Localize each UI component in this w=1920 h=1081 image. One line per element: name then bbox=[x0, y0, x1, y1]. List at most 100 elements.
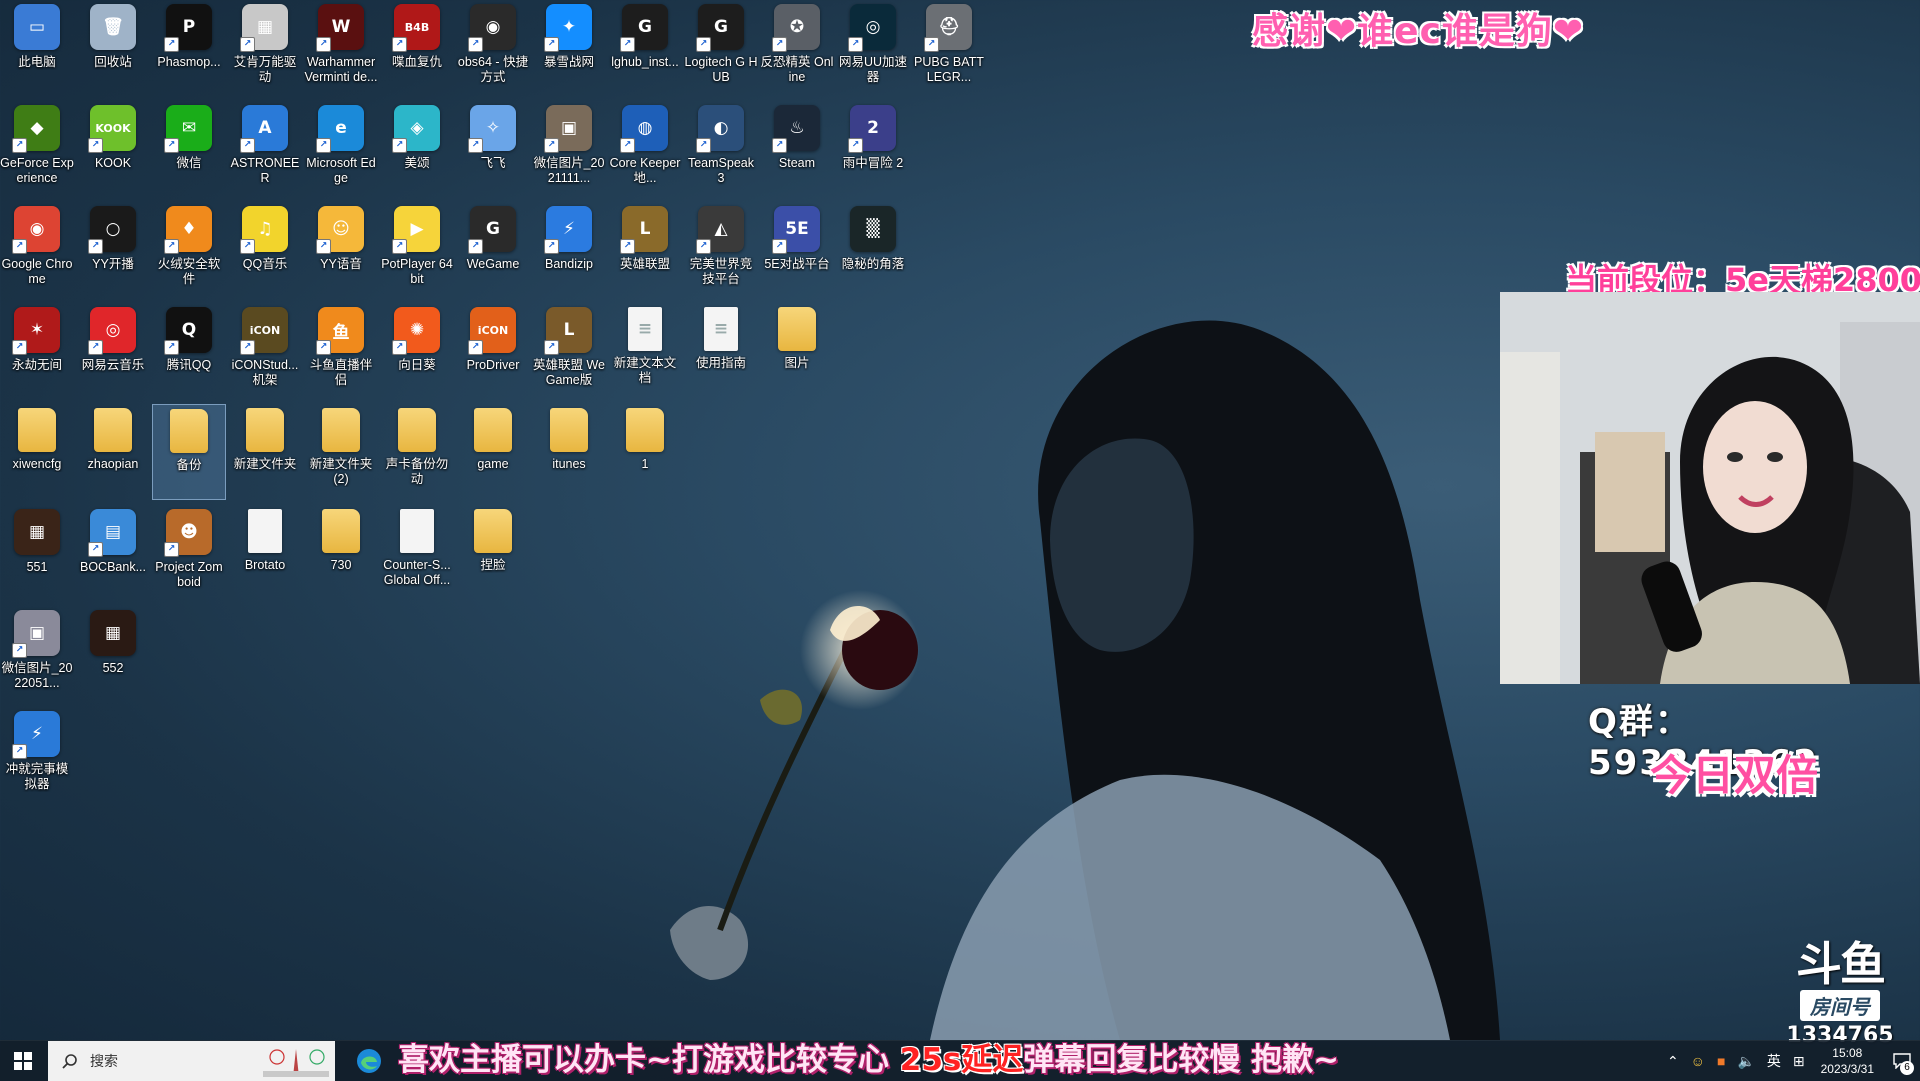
desktop-icon[interactable]: ◉ ↗ obs64 - 快捷方式 bbox=[456, 0, 530, 96]
desktop-icon[interactable]: ✺ ↗ 向日葵 bbox=[380, 303, 454, 399]
desktop-icon[interactable]: ✉ ↗ 微信 bbox=[152, 101, 226, 197]
desktop-icon[interactable]: ✧ ↗ 飞飞 bbox=[456, 101, 530, 197]
desktop-icon[interactable]: ◎ ↗ 网易UU加速器 bbox=[836, 0, 910, 96]
desktop-icon-label: iCONStud... 机架 bbox=[231, 358, 299, 387]
desktop-icon[interactable]: W ↗ Warhammer Verminti de... bbox=[304, 0, 378, 96]
taskbar-clock[interactable]: 15:08 2023/3/31 bbox=[1821, 1045, 1874, 1077]
desktop-icon[interactable]: 5E ↗ 5E对战平台 bbox=[760, 202, 834, 298]
desktop-icon[interactable]: A ↗ ASTRONEER bbox=[228, 101, 302, 197]
desktop-icon-label: 微信图片_2022051... bbox=[1, 661, 73, 690]
desktop-icon-image: ▦ bbox=[14, 509, 60, 555]
desktop-icon[interactable]: ○ ↗ YY开播 bbox=[76, 202, 150, 298]
desktop-icon[interactable]: Brotato bbox=[228, 505, 302, 601]
desktop-icon[interactable]: ▦ ↗ 艾肯万能驱动 bbox=[228, 0, 302, 96]
desktop-icon[interactable]: ◆ ↗ GeForce Experience bbox=[0, 101, 74, 197]
desktop-icon-image: ▶ ↗ bbox=[392, 206, 440, 254]
desktop-icon[interactable]: game bbox=[456, 404, 530, 500]
desktop-icon[interactable]: L ↗ 英雄联盟 WeGame版 bbox=[532, 303, 606, 399]
desktop-icon[interactable]: ♦ ↗ 火绒安全软件 bbox=[152, 202, 226, 298]
taskbar-search-box[interactable]: 搜索 bbox=[48, 1041, 335, 1081]
desktop-icon[interactable]: ◉ ↗ Google Chrome bbox=[0, 202, 74, 298]
desktop-icon-image: Q ↗ bbox=[164, 307, 212, 355]
desktop-icon-label: KOOK bbox=[94, 156, 132, 170]
desktop-icon[interactable]: G ↗ lghub_inst... bbox=[608, 0, 682, 96]
desktop-icon[interactable]: ▒ 隐秘的角落 bbox=[836, 202, 910, 298]
desktop-icon[interactable]: ▦ 552 bbox=[76, 606, 150, 702]
desktop-icon[interactable]: ◈ ↗ 美颂 bbox=[380, 101, 454, 197]
desktop-icon-label: 新建文本文档 bbox=[613, 356, 677, 385]
desktop-icon[interactable]: ✶ ↗ 永劫无间 bbox=[0, 303, 74, 399]
desktop-icon[interactable]: KOOK ↗ KOOK bbox=[76, 101, 150, 197]
desktop-icon[interactable]: ⛑ ↗ PUBG BATTLEGR... bbox=[912, 0, 986, 96]
desktop-icon[interactable]: 730 bbox=[304, 505, 378, 601]
keyboard-layout-icon[interactable]: ⊞ bbox=[1793, 1053, 1805, 1070]
desktop-icon-label: 552 bbox=[102, 661, 124, 675]
desktop-icon[interactable]: iCON ↗ ProDriver bbox=[456, 303, 530, 399]
desktop-icon[interactable]: 新建文件夹 (2) bbox=[304, 404, 378, 500]
desktop-icon[interactable]: ☺ ↗ YY语音 bbox=[304, 202, 378, 298]
desktop-icon[interactable]: 声卡备份勿动 bbox=[380, 404, 454, 500]
desktop-icon-label: ProDriver bbox=[466, 358, 520, 372]
desktop-icon[interactable]: 图片 bbox=[760, 303, 834, 399]
desktop-icon[interactable]: e ↗ Microsoft Edge bbox=[304, 101, 378, 197]
desktop-icon-label: 斗鱼直播伴侣 bbox=[309, 358, 373, 387]
volume-icon[interactable]: 🔈 bbox=[1737, 1053, 1754, 1070]
desktop-icon[interactable]: ▤ ↗ BOCBank... bbox=[76, 505, 150, 601]
desktop-icon[interactable]: 新建文件夹 bbox=[228, 404, 302, 500]
desktop-icon-image: ▭ bbox=[14, 4, 60, 50]
desktop-icon[interactable]: 备份 bbox=[152, 404, 226, 500]
shortcut-arrow-icon: ↗ bbox=[12, 643, 27, 658]
desktop-icon-label: 腾讯QQ bbox=[166, 358, 212, 372]
desktop-icon[interactable]: ⚡ ↗ 冲就完事模拟器 bbox=[0, 707, 74, 803]
desktop-icon[interactable]: Q ↗ 腾讯QQ bbox=[152, 303, 226, 399]
desktop-icon-label: 新建文件夹 (2) bbox=[309, 457, 373, 486]
desktop-icon[interactable]: Counter-S... Global Off... bbox=[380, 505, 454, 601]
desktop-icon[interactable]: ▶ ↗ PotPlayer 64 bit bbox=[380, 202, 454, 298]
desktop-icon[interactable]: xiwencfg bbox=[0, 404, 74, 500]
desktop-icon[interactable]: ▦ 551 bbox=[0, 505, 74, 601]
desktop-icon[interactable]: ♫ ↗ QQ音乐 bbox=[228, 202, 302, 298]
desktop-icon[interactable]: ≡ 使用指南 bbox=[684, 303, 758, 399]
desktop-icon[interactable]: ♨ ↗ Steam bbox=[760, 101, 834, 197]
desktop-icon[interactable]: iCON ↗ iCONStud... 机架 bbox=[228, 303, 302, 399]
desktop-icon[interactable]: ☻ ↗ Project Zomboid bbox=[152, 505, 226, 601]
tray-orange-icon[interactable]: ■ bbox=[1717, 1053, 1725, 1069]
desktop-icon[interactable]: ✦ ↗ 暴雪战网 bbox=[532, 0, 606, 96]
notification-center-button[interactable]: 6 bbox=[1884, 1041, 1920, 1081]
start-button[interactable] bbox=[0, 1041, 46, 1081]
desktop-icon[interactable]: ▣ ↗ 微信图片_2022051... bbox=[0, 606, 74, 702]
folder-icon bbox=[626, 408, 664, 452]
tray-overflow-icon[interactable]: ⌃ bbox=[1667, 1053, 1679, 1070]
taskbar-edge-button[interactable] bbox=[345, 1041, 393, 1081]
desktop-icon[interactable]: 鱼 ↗ 斗鱼直播伴侣 bbox=[304, 303, 378, 399]
shortcut-arrow-icon: ↗ bbox=[620, 239, 635, 254]
desktop-icon-label: 隐秘的角落 bbox=[841, 257, 905, 271]
desktop-icon[interactable]: L ↗ 英雄联盟 bbox=[608, 202, 682, 298]
desktop-icon[interactable]: ▭ 此电脑 bbox=[0, 0, 74, 96]
desktop-icon[interactable]: ◭ ↗ 完美世界竞技平台 bbox=[684, 202, 758, 298]
desktop-icon[interactable]: ⚡ ↗ Bandizip bbox=[532, 202, 606, 298]
desktop-icon[interactable]: zhaopian bbox=[76, 404, 150, 500]
desktop-icon[interactable]: ◐ ↗ TeamSpeak 3 bbox=[684, 101, 758, 197]
desktop-icon[interactable]: 🗑 回收站 bbox=[76, 0, 150, 96]
desktop-icon[interactable]: ◍ ↗ Core Keeper 地... bbox=[608, 101, 682, 197]
desktop-icon[interactable]: itunes bbox=[532, 404, 606, 500]
desktop-icon[interactable]: 2 ↗ 雨中冒险 2 bbox=[836, 101, 910, 197]
desktop-icon[interactable]: G ↗ Logitech G HUB bbox=[684, 0, 758, 96]
desktop-icon[interactable]: P ↗ Phasmop... bbox=[152, 0, 226, 96]
desktop-icon-image: ⛑ ↗ bbox=[924, 4, 972, 52]
desktop-icon[interactable]: 捏脸 bbox=[456, 505, 530, 601]
tray-app-icon[interactable]: ☺ bbox=[1691, 1053, 1705, 1069]
desktop-icon[interactable]: ✪ ↗ 反恐精英 Online bbox=[760, 0, 834, 96]
desktop-icon[interactable]: ◎ ↗ 网易云音乐 bbox=[76, 303, 150, 399]
shortcut-arrow-icon: ↗ bbox=[468, 37, 483, 52]
ime-indicator[interactable]: 英 bbox=[1767, 1051, 1781, 1071]
douyu-room-badge: 斗鱼 房间号 1334765 bbox=[1780, 940, 1900, 1048]
desktop-icon[interactable]: ≡ 新建文本文档 bbox=[608, 303, 682, 399]
desktop-icon-label: 微信图片_2021111... bbox=[533, 156, 605, 185]
search-highlight-icon bbox=[263, 1049, 329, 1077]
desktop-icon[interactable]: 1 bbox=[608, 404, 682, 500]
desktop-icon[interactable]: G ↗ WeGame bbox=[456, 202, 530, 298]
desktop-icon[interactable]: ▣ ↗ 微信图片_2021111... bbox=[532, 101, 606, 197]
desktop-icon[interactable]: B4B ↗ 喋血复仇 bbox=[380, 0, 454, 96]
